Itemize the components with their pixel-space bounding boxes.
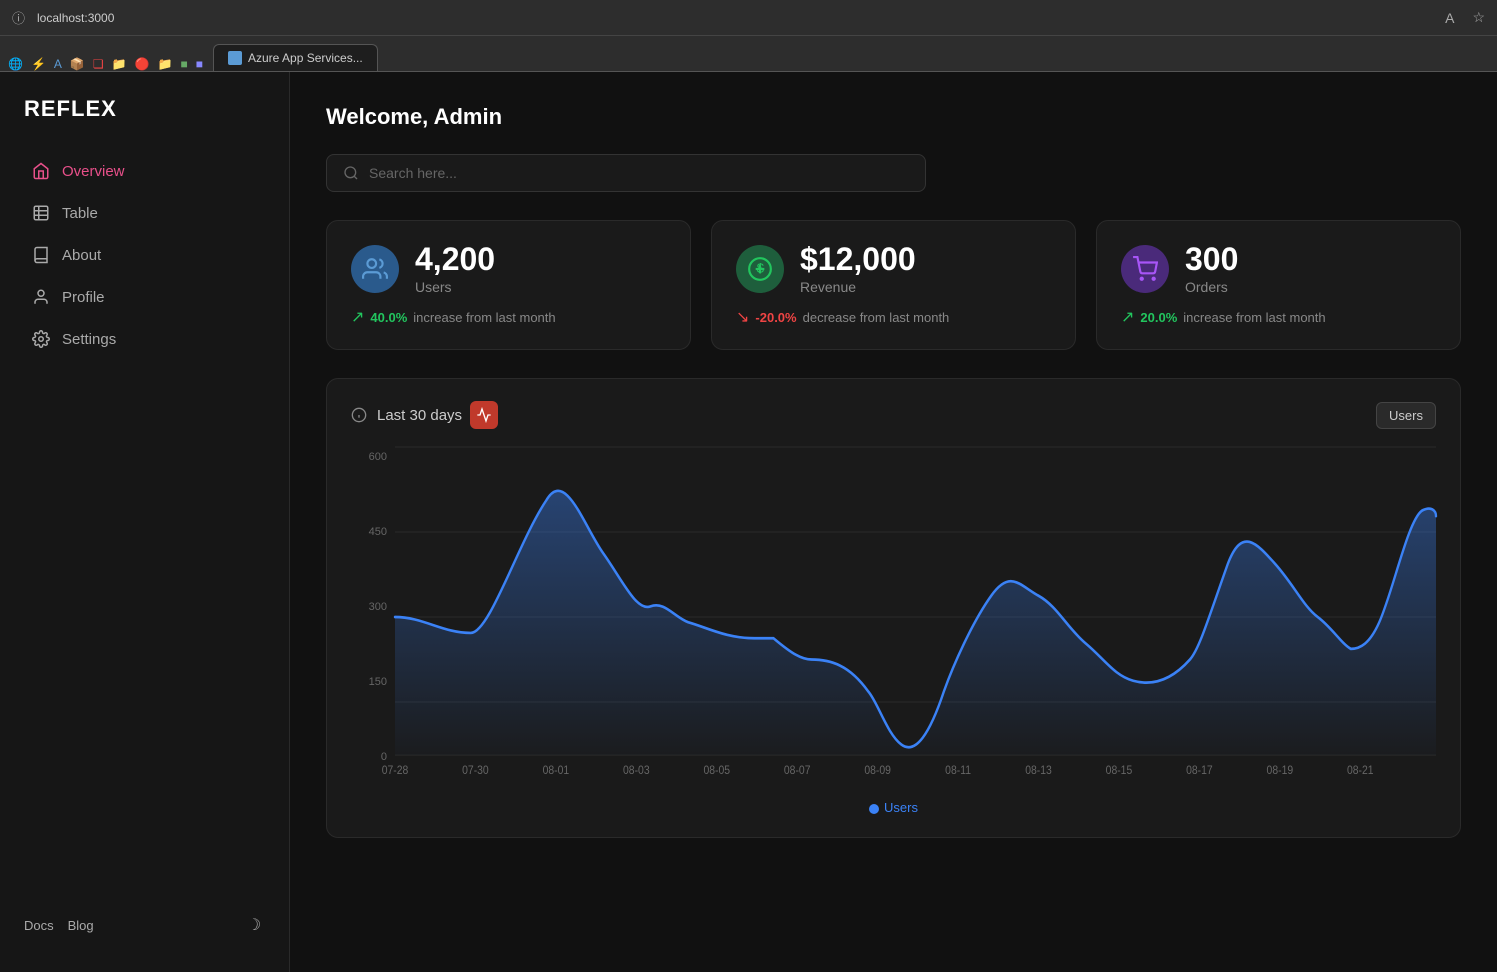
stat-change-revenue: ↘ -20.0% decrease from last month bbox=[736, 307, 1051, 327]
y-label-300: 300 bbox=[369, 601, 387, 613]
users-icon bbox=[351, 245, 399, 293]
info-icon: ⓘ bbox=[12, 8, 25, 27]
gear-icon bbox=[32, 330, 50, 348]
sidebar-footer: Docs Blog ☽ bbox=[0, 914, 289, 948]
chart-badge-icon bbox=[470, 401, 498, 429]
tab-bar: 🌐 ⚡ A 📦 ❏ 📁 🔴 📁 ■ ■ Azure App Services..… bbox=[0, 36, 1497, 72]
stat-card-users: 4,200 Users ↗ 40.0% increase from last m… bbox=[326, 220, 691, 350]
orders-icon bbox=[1121, 245, 1169, 293]
y-label-0: 0 bbox=[381, 751, 387, 763]
change-pct-revenue: -20.0% bbox=[755, 310, 796, 325]
x-label-0730: 07-30 bbox=[462, 765, 489, 778]
app-layout: REFLEX Overview Table bbox=[0, 72, 1497, 972]
legend-item-users: Users bbox=[869, 800, 918, 815]
change-pct-orders: 20.0% bbox=[1140, 310, 1177, 325]
chart-title-text: Last 30 days bbox=[377, 407, 462, 424]
x-label-0813: 08-13 bbox=[1025, 765, 1052, 778]
stats-row: 4,200 Users ↗ 40.0% increase from last m… bbox=[326, 220, 1461, 350]
sidebar-item-about[interactable]: About bbox=[8, 234, 281, 276]
font-icon: A bbox=[1445, 10, 1454, 26]
active-tab[interactable]: Azure App Services... bbox=[213, 44, 378, 71]
x-label-0728: 07-28 bbox=[382, 765, 409, 778]
stat-label-orders: Orders bbox=[1185, 279, 1238, 295]
person-icon bbox=[32, 288, 50, 306]
trend-up-icon-orders: ↗ bbox=[1121, 307, 1134, 327]
stat-value-orders: 300 bbox=[1185, 243, 1238, 275]
x-label-0801: 08-01 bbox=[543, 765, 570, 778]
x-label-0807: 08-07 bbox=[784, 765, 811, 778]
change-text-revenue: decrease from last month bbox=[803, 310, 950, 325]
stat-change-orders: ↗ 20.0% increase from last month bbox=[1121, 307, 1436, 327]
tab-favicon bbox=[228, 51, 242, 65]
tab-title: Azure App Services... bbox=[248, 51, 363, 65]
x-label-0821: 08-21 bbox=[1347, 765, 1374, 778]
sidebar-item-label: Overview bbox=[62, 163, 125, 180]
search-input[interactable] bbox=[369, 165, 909, 181]
chart-area: 07-28 07-30 08-01 08-03 08-05 08-07 08-0… bbox=[395, 447, 1436, 792]
x-label-0817: 08-17 bbox=[1186, 765, 1213, 778]
x-label-0809: 08-09 bbox=[864, 765, 891, 778]
stat-label-users: Users bbox=[415, 279, 495, 295]
chart-filter-button[interactable]: Users bbox=[1376, 402, 1436, 429]
docs-link[interactable]: Docs bbox=[24, 918, 54, 933]
page-title: Welcome, Admin bbox=[326, 104, 1461, 130]
theme-toggle[interactable]: ☽ bbox=[243, 914, 265, 936]
footer-links: Docs Blog bbox=[24, 918, 94, 933]
x-label-0819: 08-19 bbox=[1267, 765, 1294, 778]
x-label-0803: 08-03 bbox=[623, 765, 650, 778]
app-logo: REFLEX bbox=[0, 96, 289, 150]
browser-bar: ⓘ localhost:3000 A ☆ bbox=[0, 0, 1497, 36]
chart-container: 600 450 300 150 0 bbox=[351, 447, 1436, 815]
home-icon bbox=[32, 162, 50, 180]
stat-value-revenue: $12,000 bbox=[800, 243, 916, 275]
stat-card-orders: 300 Orders ↗ 20.0% increase from last mo… bbox=[1096, 220, 1461, 350]
blog-link[interactable]: Blog bbox=[68, 918, 94, 933]
x-label-0811: 08-11 bbox=[945, 765, 971, 778]
sidebar-item-profile[interactable]: Profile bbox=[8, 276, 281, 318]
chart-title: Last 30 days bbox=[377, 401, 498, 429]
trend-up-icon: ↗ bbox=[351, 307, 364, 327]
browser-favicon-row: 🌐 ⚡ A 📦 ❏ 📁 🔴 📁 ■ ■ bbox=[8, 57, 203, 71]
table-icon bbox=[32, 204, 50, 222]
main-content: Welcome, Admin bbox=[290, 72, 1497, 972]
sidebar-item-label: About bbox=[62, 247, 101, 264]
revenue-icon: $ bbox=[736, 245, 784, 293]
sidebar-item-overview[interactable]: Overview bbox=[8, 150, 281, 192]
y-axis-labels: 600 450 300 150 0 bbox=[351, 447, 395, 787]
star-icon: ☆ bbox=[1472, 9, 1485, 26]
x-label-0815: 08-15 bbox=[1106, 765, 1133, 778]
book-icon bbox=[32, 246, 50, 264]
sidebar-item-table[interactable]: Table bbox=[8, 192, 281, 234]
sidebar-item-settings[interactable]: Settings bbox=[8, 318, 281, 360]
change-text-users: increase from last month bbox=[413, 310, 555, 325]
sidebar: REFLEX Overview Table bbox=[0, 72, 290, 972]
stat-value-users: 4,200 bbox=[415, 243, 495, 275]
trend-down-icon: ↘ bbox=[736, 307, 749, 327]
search-bar[interactable] bbox=[326, 154, 926, 192]
chart-section: Last 30 days Users 600 450 300 bbox=[326, 378, 1461, 838]
chart-svg: 07-28 07-30 08-01 08-03 08-05 08-07 08-0… bbox=[395, 447, 1436, 787]
search-icon bbox=[343, 165, 359, 181]
stat-label-revenue: Revenue bbox=[800, 279, 916, 295]
change-pct-users: 40.0% bbox=[370, 310, 407, 325]
sidebar-item-label: Table bbox=[62, 205, 98, 222]
y-label-450: 450 bbox=[369, 526, 387, 538]
chart-legend: Users bbox=[351, 800, 1436, 815]
sidebar-item-label: Profile bbox=[62, 289, 105, 306]
svg-text:$: $ bbox=[757, 260, 765, 275]
x-label-0805: 08-05 bbox=[703, 765, 730, 778]
chart-header: Last 30 days Users bbox=[351, 401, 1436, 429]
url-display: localhost:3000 bbox=[37, 11, 114, 25]
info-circle-icon bbox=[351, 407, 367, 423]
stat-change-users: ↗ 40.0% increase from last month bbox=[351, 307, 666, 327]
sidebar-item-label: Settings bbox=[62, 331, 116, 348]
stat-card-revenue: $ $12,000 Revenue ↘ -20.0% decrease from… bbox=[711, 220, 1076, 350]
y-label-150: 150 bbox=[369, 676, 387, 688]
y-label-600: 600 bbox=[369, 451, 387, 463]
browser-controls: ⓘ localhost:3000 bbox=[12, 8, 114, 27]
change-text-orders: increase from last month bbox=[1183, 310, 1325, 325]
